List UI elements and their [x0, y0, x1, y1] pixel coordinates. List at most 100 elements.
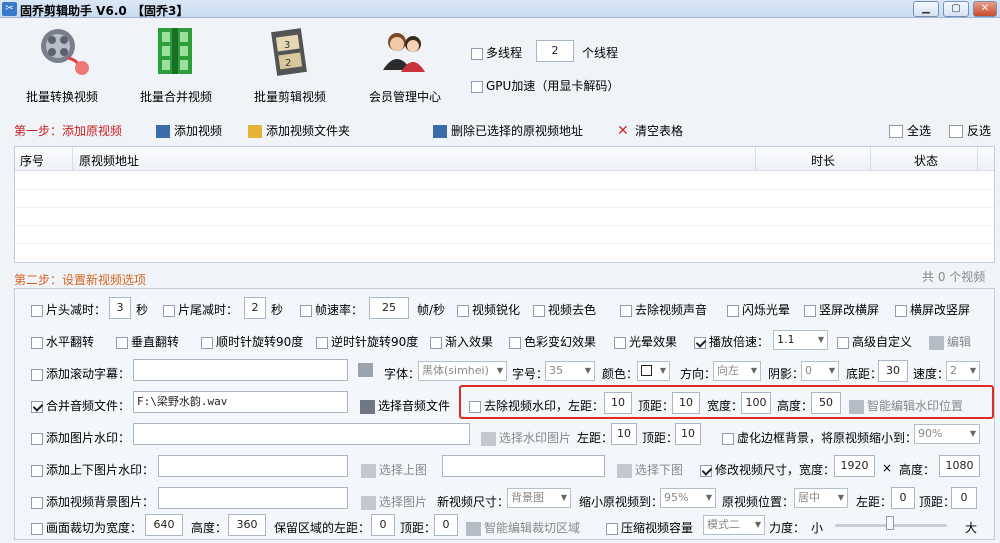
batch-clip-button[interactable]: 32 批量剪辑视频 — [240, 24, 340, 108]
crop-top-input[interactable]: 0 — [434, 514, 458, 536]
crop-width-input[interactable]: 640 — [145, 514, 183, 536]
crop-left-input[interactable]: 0 — [371, 514, 395, 536]
h2v-checkbox[interactable]: 横屏改竖屏 — [895, 301, 970, 318]
fadein-checkbox[interactable]: 渐入效果 — [430, 333, 493, 350]
thread-count-input[interactable]: 2 — [536, 40, 574, 62]
updown-wm-checkbox[interactable]: 添加上下图片水印： — [31, 461, 154, 478]
wm-left-input[interactable]: 10 — [604, 392, 632, 414]
strength-slider-thumb[interactable] — [886, 516, 894, 530]
maximize-button[interactable]: ▢ — [943, 1, 969, 17]
mute-checkbox[interactable]: 去除视频声音 — [620, 301, 707, 318]
col-index[interactable]: 序号 — [20, 152, 44, 169]
mode-select[interactable]: 模式二 — [703, 515, 765, 535]
color-select[interactable] — [637, 361, 670, 381]
gpu-checkbox[interactable]: GPU加速（用显卡解码） — [471, 77, 619, 94]
wm-height-input[interactable]: 50 — [811, 392, 841, 414]
font-settings-icon[interactable] — [358, 362, 376, 377]
pos-select[interactable]: 居中 — [794, 488, 848, 508]
v2h-checkbox[interactable]: 竖屏改横屏 — [804, 301, 879, 318]
edit-button[interactable]: 编辑 — [929, 333, 971, 350]
speed-select[interactable]: 1.1 — [773, 330, 828, 350]
member-center-button[interactable]: 会员管理中心 — [355, 24, 455, 108]
col-path[interactable]: 原视频地址 — [79, 152, 139, 169]
bg-img-checkbox[interactable]: 添加视频背景图片： — [31, 493, 154, 510]
close-button[interactable]: ✕ — [973, 1, 997, 17]
halo-checkbox[interactable]: 光晕效果 — [614, 333, 677, 350]
crop-height-input[interactable]: 360 — [228, 514, 266, 536]
invert-button[interactable]: 反选 — [949, 122, 991, 139]
window-title: 固乔剪辑助手 V6.0 — [20, 4, 127, 18]
merge-audio-checkbox[interactable]: 合并音频文件： — [31, 397, 130, 414]
col-duration[interactable]: 时长 — [811, 152, 835, 169]
img-left-input[interactable]: 10 — [611, 423, 637, 445]
bg-top-input[interactable]: 0 — [951, 487, 977, 509]
rot90-checkbox[interactable]: 顺时针旋转90度 — [201, 333, 303, 350]
batch-convert-button[interactable]: 批量转换视频 — [12, 24, 112, 108]
new-size-select[interactable]: 背景图 — [507, 488, 571, 508]
choose-wm-button[interactable]: 选择水印图片 — [481, 429, 571, 446]
choose-audio-button[interactable]: 选择音频文件 — [360, 397, 450, 414]
bottom-input[interactable]: 30 — [878, 360, 908, 382]
new-size-label: 新视频尺寸： — [437, 495, 510, 509]
scale-select[interactable]: 90% — [914, 424, 980, 444]
size-select[interactable]: 35 — [545, 361, 595, 381]
up-img-input[interactable] — [158, 455, 348, 477]
select-all-button[interactable]: 全选 — [889, 122, 931, 139]
multithread-checkbox[interactable]: 多线程 — [471, 44, 522, 61]
wm-width-input[interactable]: 100 — [741, 392, 771, 414]
shadow-select[interactable]: 0 — [801, 361, 839, 381]
choose-up-button[interactable]: 选择上图 — [361, 461, 427, 478]
resize-height-input[interactable]: 1080 — [939, 455, 980, 477]
fps-checkbox[interactable]: 帧速率： — [300, 301, 363, 318]
flash-checkbox[interactable]: 闪烁光晕 — [727, 301, 790, 318]
add-video-button[interactable]: 添加视频 — [156, 122, 222, 139]
bg-left-input[interactable]: 0 — [891, 487, 915, 509]
wm-top-label: 顶距： — [638, 399, 675, 413]
wm-top-input[interactable]: 10 — [672, 392, 700, 414]
font-select[interactable]: 黑体(simhei) — [418, 361, 507, 381]
resize-checkbox[interactable]: 修改视频尺寸，宽度： — [700, 461, 835, 478]
advanced-checkbox[interactable]: 高级自定义 — [837, 333, 912, 350]
tail-cut-input[interactable]: 2 — [244, 297, 266, 319]
minimize-button[interactable]: ▁ — [913, 1, 939, 17]
bg-img-input[interactable] — [158, 487, 348, 509]
decolor-checkbox[interactable]: 视频去色 — [533, 301, 596, 318]
down-img-input[interactable] — [442, 455, 605, 477]
clear-table-button[interactable]: ✕ 清空表格 — [617, 122, 683, 139]
vflip-checkbox[interactable]: 垂直翻转 — [116, 333, 179, 350]
fps-input[interactable]: 25 — [369, 297, 409, 319]
head-cut-checkbox[interactable]: 片头减时： — [31, 301, 106, 318]
remove-wm-checkbox[interactable]: 去除视频水印，左距： — [469, 397, 604, 414]
crop-checkbox[interactable]: 画面裁切为宽度： — [31, 519, 142, 536]
sharpen-checkbox[interactable]: 视频锐化 — [457, 301, 520, 318]
col-status[interactable]: 状态 — [914, 152, 938, 169]
users-icon — [375, 24, 435, 78]
choose-img-button[interactable]: 选择图片 — [361, 493, 427, 510]
sub-speed-select[interactable]: 2 — [946, 361, 980, 381]
head-cut-input[interactable]: 3 — [109, 297, 131, 319]
shrink-select[interactable]: 95% — [660, 488, 716, 508]
dir-select[interactable]: 向左 — [713, 361, 761, 381]
smart-wm-button[interactable]: 智能编辑水印位置 — [849, 397, 963, 414]
img-top-input[interactable]: 10 — [675, 423, 701, 445]
resize-label: 修改视频尺寸，宽度： — [715, 463, 836, 477]
batch-merge-button[interactable]: 批量合并视频 — [126, 24, 226, 108]
smart-crop-button[interactable]: 智能编辑裁切区域 — [466, 519, 580, 536]
delete-selected-button[interactable]: 删除已选择的原视频地址 — [433, 122, 583, 139]
tail-cut-checkbox[interactable]: 片尾减时： — [163, 301, 238, 318]
crot90-checkbox[interactable]: 逆时针旋转90度 — [316, 333, 418, 350]
audio-path-input[interactable]: F:\梁野水韵.wav — [133, 391, 348, 413]
img-wm-checkbox[interactable]: 添加图片水印： — [31, 429, 130, 446]
choose-down-button[interactable]: 选择下图 — [617, 461, 683, 478]
compress-checkbox[interactable]: 压缩视频容量 — [606, 519, 693, 536]
resize-width-input[interactable]: 1920 — [834, 455, 875, 477]
colorfx-checkbox[interactable]: 色彩变幻效果 — [509, 333, 596, 350]
speed-checkbox[interactable]: 播放倍速： — [694, 333, 769, 350]
blur-bg-checkbox[interactable]: 虚化边框背景，将原视频缩小到： — [722, 429, 917, 446]
video-table[interactable]: 序号 原视频地址 时长 状态 — [14, 146, 995, 263]
scroll-sub-checkbox[interactable]: 添加滚动字幕： — [31, 365, 130, 382]
scroll-sub-input[interactable] — [133, 359, 348, 381]
add-folder-button[interactable]: 添加视频文件夹 — [248, 122, 350, 139]
img-wm-input[interactable] — [133, 423, 470, 445]
hflip-checkbox[interactable]: 水平翻转 — [31, 333, 94, 350]
